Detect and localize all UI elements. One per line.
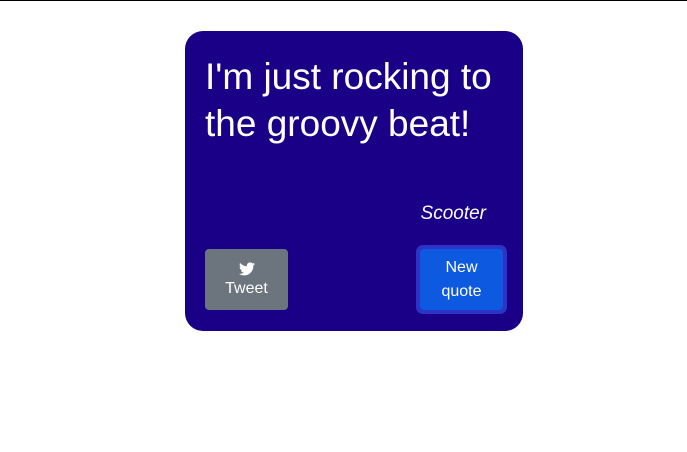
new-quote-button[interactable]: New quote (420, 249, 503, 310)
quote-box: I'm just rocking to the groovy beat! Sco… (185, 31, 523, 331)
quote-author: Scooter (420, 203, 486, 224)
tweet-label: Tweet (225, 279, 268, 297)
new-quote-focus-ring: New quote (416, 245, 507, 314)
twitter-icon (238, 261, 255, 275)
tweet-button[interactable]: Tweet (205, 249, 288, 310)
quote-text: I'm just rocking to the groovy beat! (205, 56, 492, 144)
top-divider (0, 0, 687, 1)
